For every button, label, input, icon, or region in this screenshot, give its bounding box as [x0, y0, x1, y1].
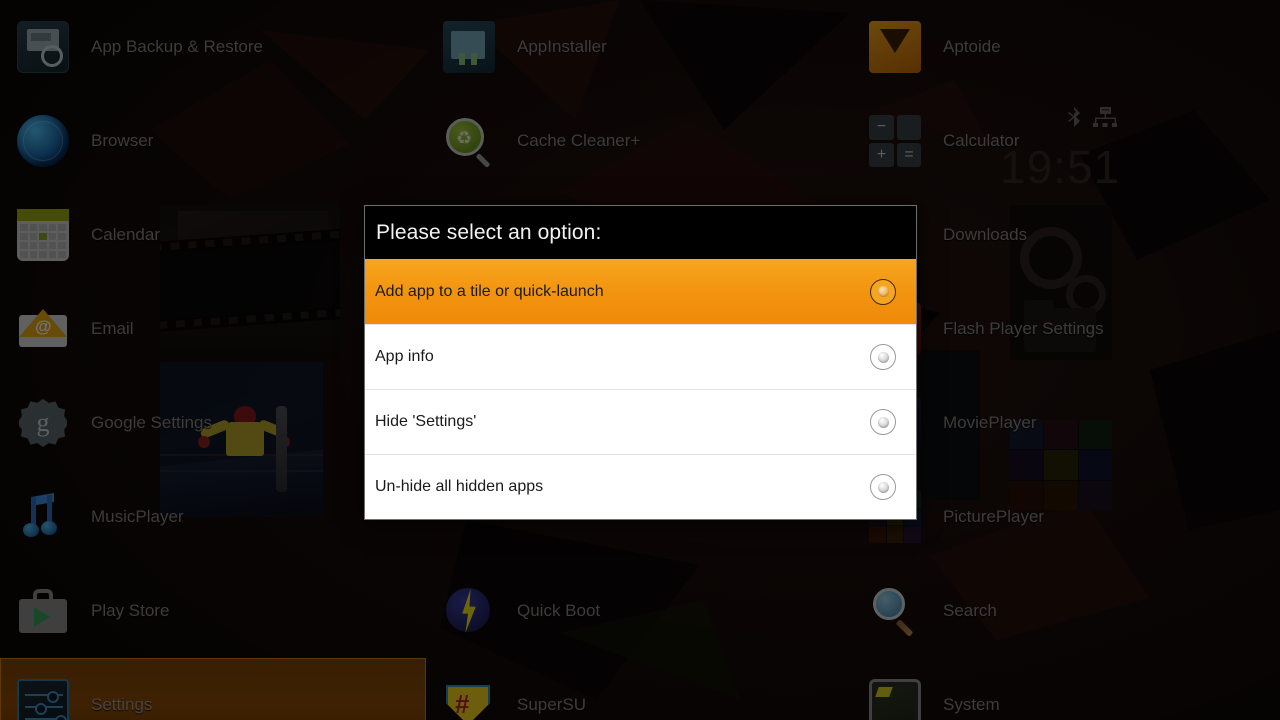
- dialog-title: Please select an option:: [365, 206, 916, 259]
- dialog-option-hide-settings[interactable]: Hide 'Settings': [365, 389, 916, 454]
- radio-button-icon[interactable]: [870, 344, 896, 370]
- dialog-option-unhide-all[interactable]: Un-hide all hidden apps: [365, 454, 916, 519]
- radio-button-icon[interactable]: [870, 474, 896, 500]
- radio-button-icon[interactable]: [870, 278, 896, 305]
- dialog-option-label: App info: [375, 348, 434, 365]
- radio-button-icon[interactable]: [870, 409, 896, 435]
- option-dialog: Please select an option: Add app to a ti…: [364, 205, 917, 520]
- dialog-option-app-info[interactable]: App info: [365, 324, 916, 389]
- dialog-option-label: Un-hide all hidden apps: [375, 478, 544, 495]
- dialog-option-label: Hide 'Settings': [375, 413, 477, 430]
- dialog-option-add-app-to-tile[interactable]: Add app to a tile or quick-launch: [365, 259, 916, 324]
- launcher-screen: 19:51 App Backup & Restore AppInstaller …: [0, 0, 1280, 720]
- dialog-option-label: Add app to a tile or quick-launch: [375, 282, 604, 300]
